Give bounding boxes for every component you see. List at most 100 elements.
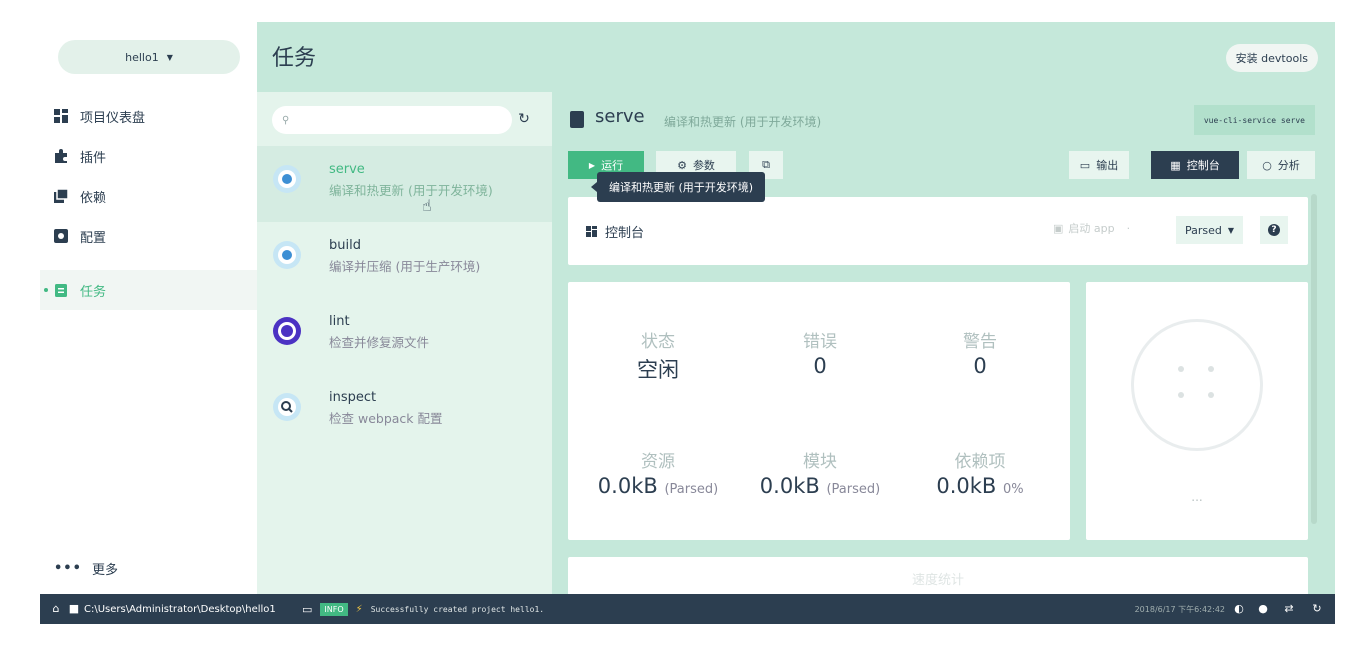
stat-label: 状态	[641, 332, 675, 352]
project-selector[interactable]: hello1 ▼	[58, 40, 240, 74]
lightning-icon: ⚡	[355, 603, 363, 615]
size-mode-value: Parsed	[1185, 223, 1222, 237]
vue-cli-icon	[273, 165, 301, 193]
monitor-icon: ▭	[1079, 158, 1091, 172]
sidebar-item-settings[interactable]: 配置	[40, 216, 257, 256]
stat-label: 依赖项	[954, 452, 1006, 472]
task-description: 检查并修复源文件	[329, 335, 430, 350]
command-badge: vue-cli-service serve	[1193, 105, 1315, 135]
caret-down-icon: ▼	[166, 52, 173, 62]
status-time: 2018/6/17 下午6:42:42	[1134, 604, 1225, 614]
size-chart-card: ...	[1086, 282, 1308, 540]
task-name: inspect	[329, 390, 377, 405]
settings-icon	[54, 229, 68, 243]
tab-output[interactable]: ▭ 输出	[1069, 151, 1129, 179]
tooltip: 编译和热更新 (用于开发环境)	[591, 172, 766, 202]
status-bar: ⌂ ■ C:\Users\Administrator\Desktop\hello…	[40, 594, 1335, 624]
refresh-icon[interactable]: ↻	[1311, 603, 1323, 615]
home-icon[interactable]: ⌂	[50, 603, 62, 615]
task-item-lint[interactable]: lint 检查并修复源文件	[257, 298, 552, 374]
refresh-icon[interactable]: ↻	[515, 110, 533, 128]
log-level-badge: INFO	[320, 602, 348, 616]
calendar-icon: ▣	[1053, 221, 1064, 235]
stat-value: 0.0kB (Parsed)	[578, 474, 738, 498]
dashboard-icon	[54, 109, 68, 123]
translate-icon[interactable]: ⇄	[1283, 603, 1295, 615]
more-button[interactable]: ••• 更多	[54, 559, 118, 578]
install-devtools-button[interactable]: 安装 devtools	[1225, 44, 1318, 72]
stat-label: 错误	[803, 332, 837, 352]
page-header: 任务 安装 devtools	[257, 22, 1335, 92]
active-indicator	[44, 288, 48, 292]
sidebar-item-dependencies[interactable]: 依赖	[40, 176, 257, 216]
page-title: 任务	[272, 46, 317, 71]
tab-analyze[interactable]: ○ 分析	[1247, 151, 1315, 179]
clipboard-icon	[570, 111, 584, 128]
sidebar-item-label: 任务	[80, 284, 107, 300]
help-button[interactable]: ?	[1260, 216, 1288, 244]
stat-status: 状态 空闲	[578, 327, 738, 384]
clipboard-icon	[55, 284, 67, 297]
stat-value: 0.0kB (Parsed)	[740, 474, 900, 498]
sidebar-item-label: 配置	[80, 230, 107, 246]
task-item-build[interactable]: build 编译并压缩 (用于生产环境)	[257, 222, 552, 298]
scrollbar[interactable]	[1311, 194, 1317, 524]
search-icon: ⚲	[282, 114, 290, 126]
project-path[interactable]: C:\Users\Administrator\Desktop\hello1	[84, 604, 276, 615]
task-name: build	[329, 238, 361, 253]
stat-assets: 资源 0.0kB (Parsed)	[578, 447, 738, 498]
task-name: lint	[329, 314, 350, 329]
play-icon: ▶	[588, 160, 596, 170]
terminal-icon[interactable]: ▭	[302, 603, 312, 616]
task-description: 检查 webpack 配置	[329, 411, 443, 426]
stat-note: 0%	[1003, 482, 1024, 497]
gear-icon: ⚙	[677, 158, 687, 172]
console-label: 控制台	[1186, 159, 1220, 172]
stat-value: 0	[813, 354, 827, 378]
task-list-panel: ⚲ ↻ serve 编译和热更新 (用于开发环境) ☝ build 编译并压缩 …	[257, 92, 552, 594]
stat-value: 0.0kB 0%	[900, 474, 1060, 498]
chevron-down-icon: ▼	[1227, 225, 1235, 235]
stat-modules: 模块 0.0kB (Parsed)	[740, 447, 900, 498]
more-icon: •••	[54, 561, 82, 576]
theme-toggle-icon[interactable]: ◐	[1233, 603, 1245, 615]
external-link-icon: ⧉	[762, 158, 770, 171]
task-title-description: 编译和热更新 (用于开发环境)	[664, 115, 822, 129]
stat-label: 模块	[803, 452, 837, 472]
bug-icon[interactable]: ●	[1257, 603, 1269, 615]
sidebar-item-tasks[interactable]: 任务	[40, 270, 257, 310]
sidebar-item-label: 依赖	[80, 190, 107, 206]
console-title-text: 控制台	[605, 226, 645, 241]
run-label: 运行	[601, 159, 624, 172]
log-message[interactable]: Successfully created project hello1.	[371, 605, 544, 614]
separator-dot: ·	[1126, 221, 1131, 235]
sidebar-item-label: 项目仪表盘	[80, 110, 146, 126]
task-item-inspect[interactable]: inspect 检查 webpack 配置	[257, 374, 552, 450]
placeholder-dot	[1178, 366, 1184, 372]
task-item-serve[interactable]: serve 编译和热更新 (用于开发环境) ☝	[257, 146, 552, 222]
log-area: ▭ INFO ⚡ Successfully created project he…	[302, 602, 544, 616]
sidebar-item-dashboard[interactable]: 项目仪表盘	[40, 96, 257, 136]
stat-warnings: 警告 0	[900, 327, 1060, 378]
start-app-button[interactable]: ▣ 启动 app ·	[1053, 220, 1130, 236]
speed-stats-title: 速度统计	[911, 573, 964, 588]
stat-label: 警告	[963, 332, 997, 352]
stat-number: 0.0kB	[936, 474, 997, 498]
analyze-icon: ○	[1262, 158, 1272, 172]
placeholder-dot	[1208, 366, 1214, 372]
console-title: 控制台	[586, 222, 644, 241]
help-icon: ?	[1268, 224, 1280, 236]
sidebar-item-label: 插件	[80, 150, 107, 166]
task-description: 编译和热更新 (用于开发环境)	[329, 183, 493, 198]
tab-console[interactable]: ▦ 控制台	[1151, 151, 1239, 179]
parameters-label: 参数	[692, 159, 715, 172]
search-input[interactable]: ⚲	[272, 106, 512, 134]
stat-value: 空闲	[637, 358, 679, 382]
stat-note: (Parsed)	[664, 482, 719, 497]
folder-icon: ■	[68, 602, 80, 615]
more-label: 更多	[91, 563, 118, 578]
analyze-label: 分析	[1277, 159, 1300, 172]
stat-number: 0.0kB	[597, 474, 658, 498]
sidebar-item-plugins[interactable]: 插件	[40, 136, 257, 176]
size-mode-select[interactable]: Parsed ▼	[1176, 216, 1244, 244]
